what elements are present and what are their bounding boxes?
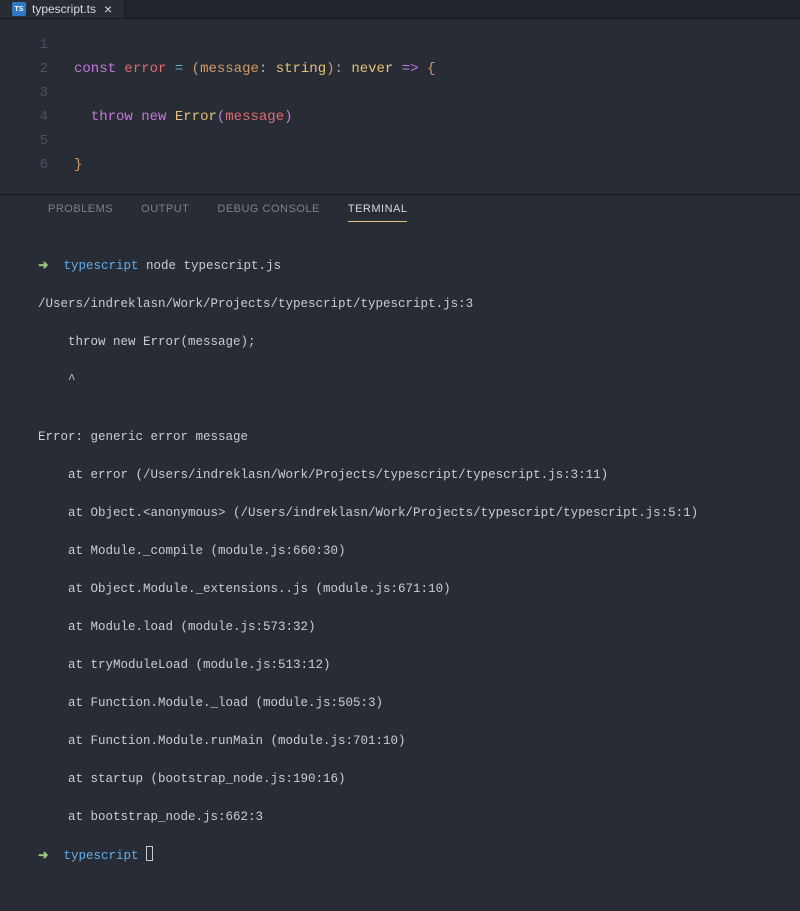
code-content[interactable]: const error = (message: string): never =… (74, 33, 435, 194)
terminal-line: at tryModuleLoad (module.js:513:12) (38, 656, 788, 675)
terminal-line: at bootstrap_node.js:662:3 (38, 808, 788, 827)
tab-problems[interactable]: PROBLEMS (48, 203, 113, 222)
terminal-line: at Module._compile (module.js:660:30) (38, 542, 788, 561)
editor-tab[interactable]: TS typescript.ts × (0, 0, 125, 18)
line-number: 3 (0, 81, 48, 105)
tab-debug-console[interactable]: DEBUG CONSOLE (217, 203, 319, 222)
prompt-arrow-icon: ➜ (38, 259, 48, 273)
tab-terminal[interactable]: TERMINAL (348, 203, 408, 222)
bottom-panel: PROBLEMS OUTPUT DEBUG CONSOLE TERMINAL ➜… (0, 194, 800, 911)
terminal-line: at startup (bootstrap_node.js:190:16) (38, 770, 788, 789)
terminal-line: throw new Error(message); (38, 333, 788, 352)
terminal-line: Error: generic error message (38, 428, 788, 447)
tab-bar: TS typescript.ts × (0, 0, 800, 19)
tab-filename: typescript.ts (32, 2, 96, 16)
terminal-line: at error (/Users/indreklasn/Work/Project… (38, 466, 788, 485)
terminal-command: node typescript.js (146, 259, 281, 273)
terminal-line: at Object.Module._extensions..js (module… (38, 580, 788, 599)
line-number: 6 (0, 153, 48, 177)
terminal-line: at Function.Module.runMain (module.js:70… (38, 732, 788, 751)
close-icon[interactable]: × (102, 0, 114, 18)
prompt-arrow-icon: ➜ (38, 849, 48, 863)
line-number-gutter: 1 2 3 4 5 6 (0, 33, 74, 194)
terminal-cursor (146, 846, 153, 861)
terminal-line: at Module.load (module.js:573:32) (38, 618, 788, 637)
panel-tab-bar: PROBLEMS OUTPUT DEBUG CONSOLE TERMINAL (0, 195, 800, 228)
typescript-file-icon: TS (12, 2, 26, 16)
terminal-prompt: typescript (64, 849, 139, 863)
terminal-line: at Function.Module._load (module.js:505:… (38, 694, 788, 713)
code-editor[interactable]: 1 2 3 4 5 6 const error = (message: stri… (0, 19, 800, 194)
tab-output[interactable]: OUTPUT (141, 203, 189, 222)
line-number: 5 (0, 129, 48, 153)
terminal-line: at Object.<anonymous> (/Users/indreklasn… (38, 504, 788, 523)
terminal-line: ^ (38, 371, 788, 390)
terminal-prompt: typescript (64, 259, 139, 273)
line-number: 4 (0, 105, 48, 129)
terminal-line: /Users/indreklasn/Work/Projects/typescri… (38, 295, 788, 314)
line-number: 1 (0, 33, 48, 57)
terminal-content[interactable]: ➜ typescript node typescript.js /Users/i… (0, 228, 800, 911)
line-number: 2 (0, 57, 48, 81)
